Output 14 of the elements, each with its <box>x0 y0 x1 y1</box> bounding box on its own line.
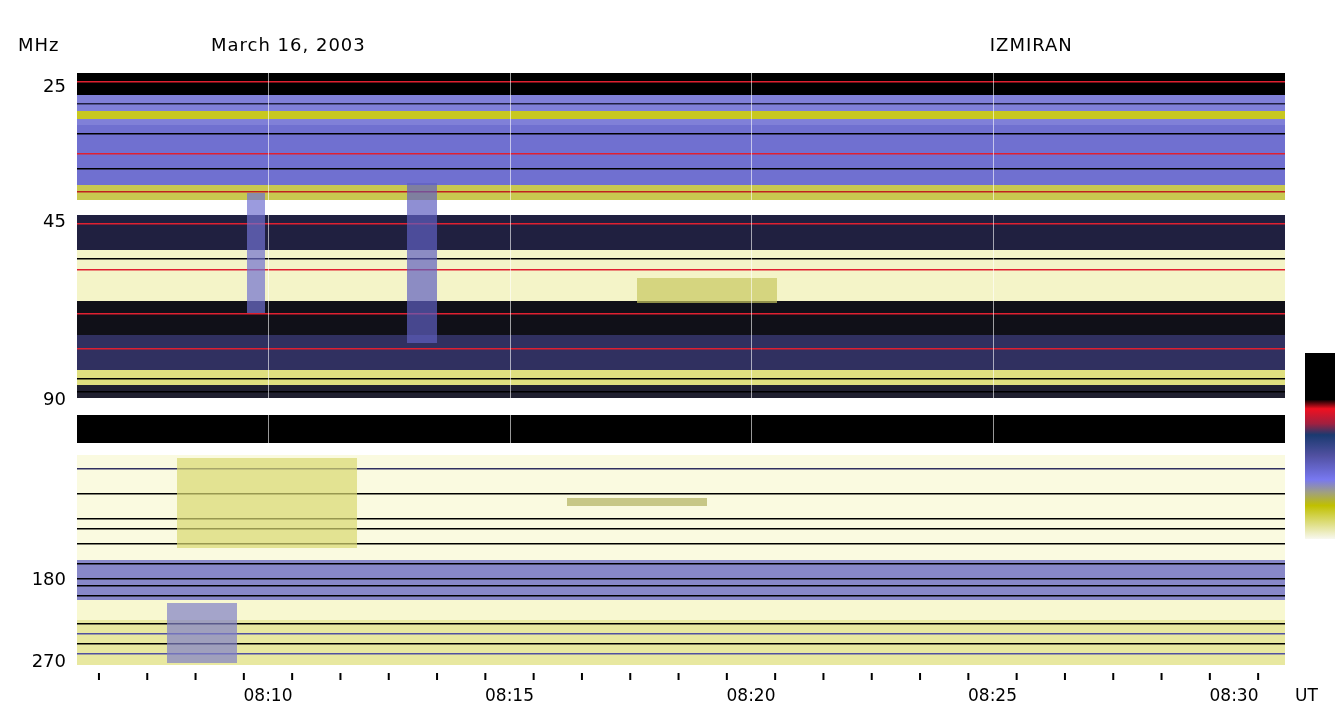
frequency-label: 25 <box>43 74 66 96</box>
frequency-label: 90 <box>43 387 66 409</box>
date-title: March 16, 2003 <box>211 34 366 55</box>
frequency-label: 180 <box>31 567 66 589</box>
time-label: 08:30 <box>1209 685 1259 705</box>
frequency-label: 45 <box>43 209 66 231</box>
time-unit-label: UT <box>1295 685 1318 705</box>
time-label: 08:10 <box>243 685 293 705</box>
time-label: 08:25 <box>968 685 1017 705</box>
observatory-label: IZMIRAN <box>989 34 1073 55</box>
time-label: 08:15 <box>485 685 534 705</box>
time-label: 08:20 <box>726 685 776 705</box>
frequency-label: 270 <box>31 649 66 671</box>
axis-unit-label: MHz <box>17 34 61 55</box>
